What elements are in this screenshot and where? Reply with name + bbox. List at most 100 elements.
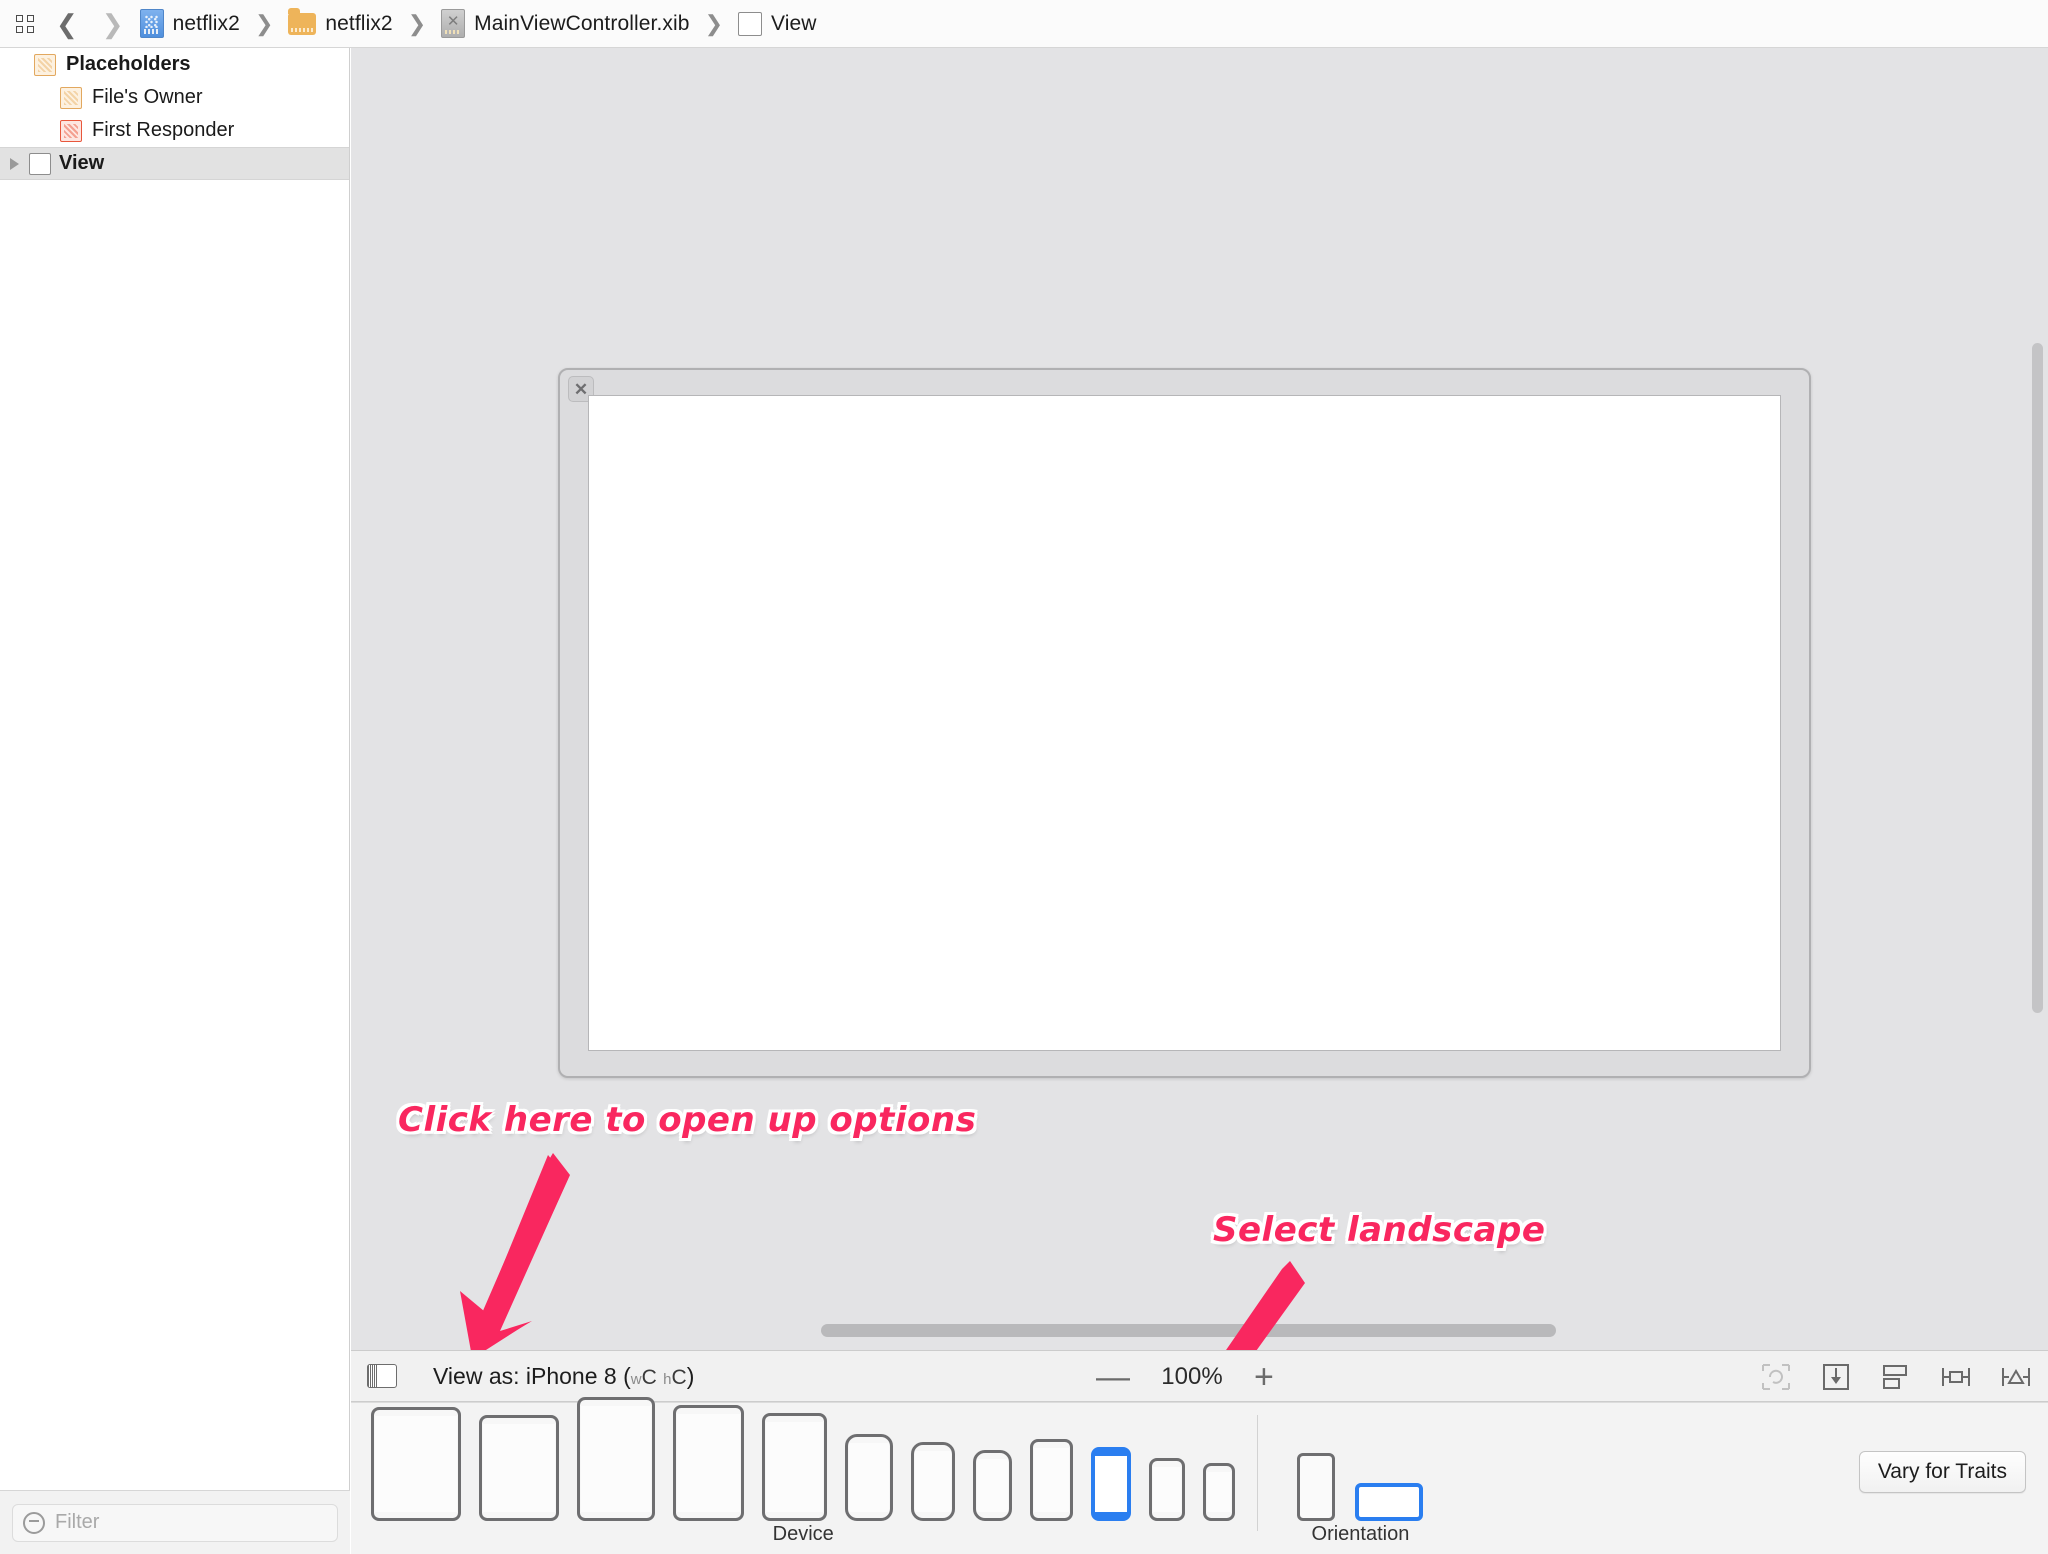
resolve-auto-layout-icon[interactable] <box>1760 1362 1792 1392</box>
folder-icon <box>288 7 317 35</box>
breadcrumb-label: netflix2 <box>172 11 240 35</box>
breadcrumb-item-project[interactable]: netflix2 <box>138 9 242 38</box>
vertical-scrollbar-thumb[interactable] <box>2032 343 2043 1013</box>
device-body <box>577 1396 655 1521</box>
back-chevron-icon[interactable]: ❮ <box>46 11 88 37</box>
zoom-level-value: 100% <box>1161 1363 1223 1390</box>
outline-row-placeholders[interactable]: Placeholders <box>0 48 349 81</box>
outline-row-files-owner[interactable]: File's Owner <box>0 81 349 114</box>
xib-file-icon <box>441 9 466 38</box>
zoom-in-button[interactable]: + <box>1254 1360 1274 1394</box>
device-option-iphone-x[interactable] <box>972 1449 1012 1521</box>
breadcrumb-item-view[interactable]: View <box>736 11 819 36</box>
device-option-ipad-pro-11[interactable] <box>478 1415 560 1521</box>
breadcrumb-item-folder[interactable]: netflix2 <box>286 7 394 36</box>
device-screen <box>676 1413 741 1512</box>
breadcrumb-label: MainViewController.xib <box>474 11 690 35</box>
breadcrumb-label: View <box>771 11 817 35</box>
horizontal-scrollbar-thumb[interactable] <box>821 1324 1556 1337</box>
horizontal-scrollbar[interactable] <box>351 1324 2048 1338</box>
view-as-prefix: View as: iPhone 8 <box>433 1362 624 1389</box>
device-screen <box>915 1450 951 1512</box>
align-icon[interactable] <box>1880 1362 1912 1392</box>
device-body <box>672 1404 745 1521</box>
device-option-ipad-pro-12-9[interactable] <box>371 1407 461 1521</box>
device-body <box>911 1441 955 1521</box>
device-body <box>845 1433 894 1521</box>
device-screen <box>1153 1466 1181 1512</box>
device-picker-strip: Device Orientation Vary for Traits <box>351 1396 2048 1554</box>
embed-in-icon[interactable] <box>1820 1362 1852 1392</box>
zoom-controls: — 100% + <box>1096 1351 1274 1403</box>
device-screen <box>976 1458 1008 1512</box>
device-body <box>371 1407 461 1521</box>
zoom-out-button[interactable]: — <box>1096 1360 1130 1394</box>
trait-height-class: C <box>671 1365 687 1389</box>
document-outline-sidebar: Placeholders File's Owner First Responde… <box>0 48 350 1554</box>
outline-filter-bar: Filter <box>0 1490 350 1554</box>
picker-divider <box>1257 1415 1259 1531</box>
xcode-interface-builder-window: ❮ ❯ netflix2 ❯ netflix2 ❯ MainViewContro… <box>0 0 2048 1554</box>
outline-row-label: View <box>59 152 105 174</box>
outline-row-view[interactable]: View <box>0 147 349 180</box>
filter-input[interactable]: Filter <box>12 1503 338 1542</box>
device-body <box>972 1449 1012 1521</box>
breadcrumb-separator-icon: ❯ <box>254 10 274 36</box>
device-option-ipad-10-5[interactable] <box>577 1396 655 1521</box>
orientation-option-landscape[interactable] <box>1355 1483 1424 1521</box>
orientation-section-label: Orientation <box>1311 1523 1410 1545</box>
device-option-iphone-xr[interactable] <box>911 1441 955 1521</box>
cube-red-icon <box>60 119 82 142</box>
interface-builder-canvas[interactable]: ✕ <box>351 48 2048 1350</box>
view-square-icon <box>29 152 51 175</box>
outline-row-first-responder[interactable]: First Responder <box>0 114 349 147</box>
device-option-iphone-8[interactable] <box>1090 1447 1132 1521</box>
grid-icon[interactable] <box>8 7 42 41</box>
device-screen <box>766 1421 824 1512</box>
breadcrumb-label: netflix2 <box>325 11 393 35</box>
filter-placeholder: Filter <box>55 1511 100 1533</box>
view-canvas-device-frame[interactable]: ✕ <box>558 368 1811 1078</box>
breadcrumb-item-xib[interactable]: MainViewController.xib <box>439 9 691 38</box>
device-option-ipad-9-7[interactable] <box>672 1404 745 1521</box>
trait-width-subscript: w <box>630 1370 642 1388</box>
trait-width-class: C <box>641 1365 657 1389</box>
device-section-label: Device <box>772 1523 834 1545</box>
device-option-iphone-xs-max[interactable] <box>845 1433 894 1521</box>
device-option-iphone-se[interactable] <box>1149 1457 1185 1521</box>
view-square-icon <box>738 11 763 36</box>
update-frames-icon[interactable] <box>2000 1362 2032 1392</box>
device-body <box>1029 1439 1073 1521</box>
view-as-label[interactable]: View as: iPhone 8 (wC hC) <box>433 1363 694 1390</box>
device-screen <box>1094 1456 1128 1512</box>
jump-bar: ❮ ❯ netflix2 ❯ netflix2 ❯ MainViewContro… <box>0 0 2048 48</box>
device-option-iphone-4s[interactable] <box>1202 1462 1236 1521</box>
annotation-click-here: Click here to open up options <box>398 1100 977 1140</box>
device-option-iphone-8-plus[interactable] <box>1029 1439 1073 1521</box>
cube-icon <box>60 86 82 109</box>
view-canvas-screen[interactable] <box>588 395 1781 1051</box>
outline-row-label: File's Owner <box>92 86 203 108</box>
device-body <box>1202 1462 1236 1521</box>
orientation-list <box>1297 1413 1424 1521</box>
cube-icon <box>34 53 56 76</box>
device-screen <box>482 1424 556 1512</box>
annotation-select-landscape: Select landscape <box>1213 1210 1546 1250</box>
outline-row-label: First Responder <box>92 119 235 141</box>
outline-row-label: Placeholders <box>66 53 191 75</box>
disclosure-triangle-icon[interactable] <box>10 157 19 170</box>
device-screen <box>849 1442 890 1512</box>
device-body <box>762 1412 828 1521</box>
device-screen <box>1033 1448 1069 1512</box>
breadcrumb-separator-icon: ❯ <box>704 10 724 36</box>
pin-icon[interactable] <box>1940 1362 1972 1392</box>
device-body <box>1149 1457 1185 1521</box>
device-option-ipad-mini[interactable] <box>762 1412 828 1521</box>
left-panel-toggle-icon[interactable] <box>367 1364 397 1388</box>
device-screen <box>1206 1471 1232 1512</box>
trait-height-subscript: h <box>663 1370 672 1388</box>
vary-for-traits-button[interactable]: Vary for Traits <box>1858 1451 2026 1493</box>
forward-chevron-icon[interactable]: ❯ <box>92 11 134 37</box>
orientation-option-portrait[interactable] <box>1297 1453 1336 1521</box>
device-screen <box>581 1405 651 1512</box>
